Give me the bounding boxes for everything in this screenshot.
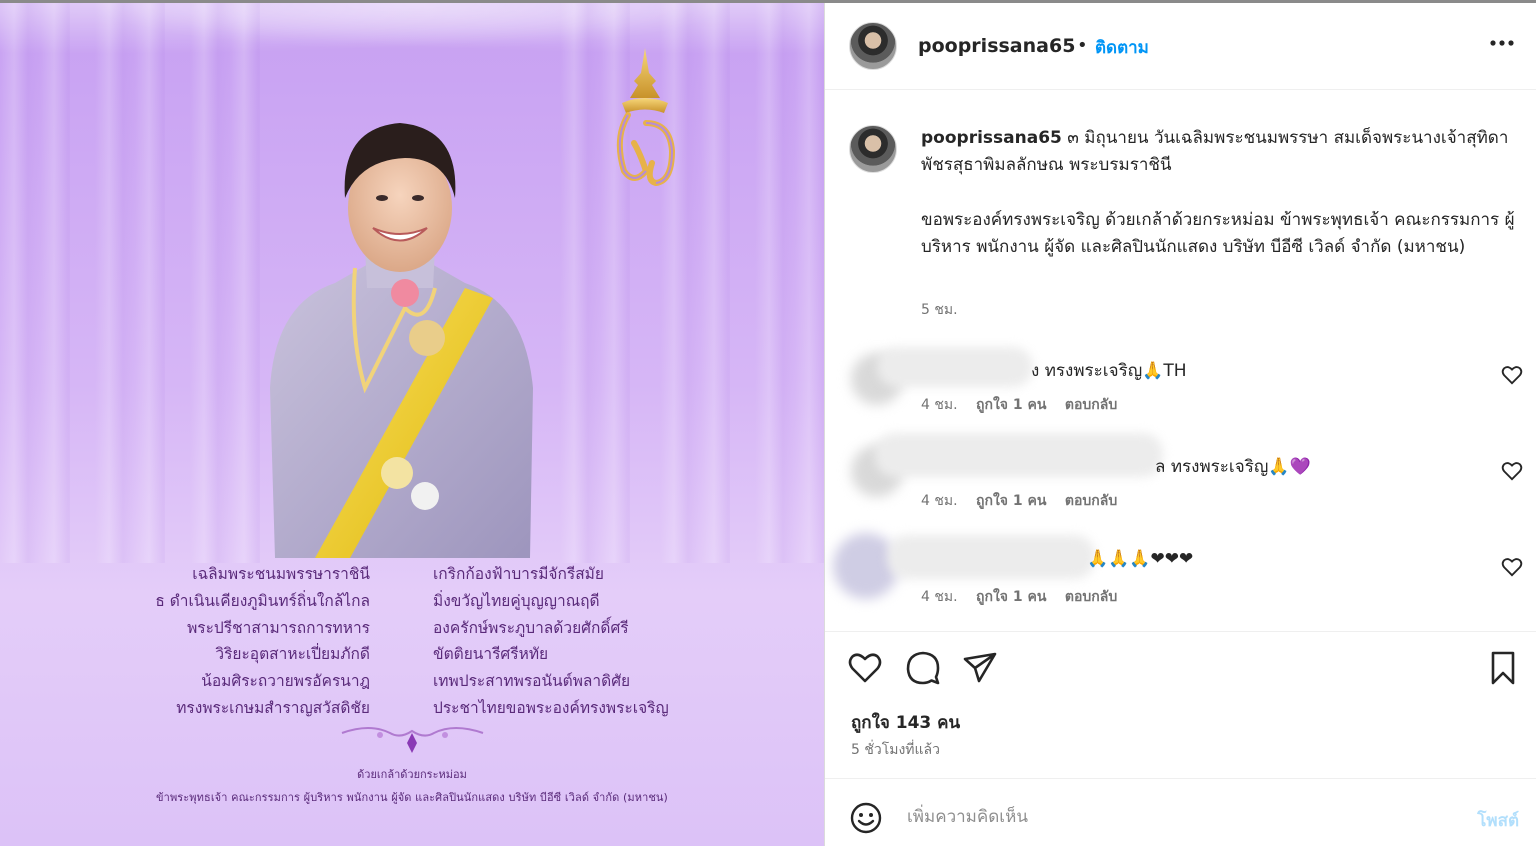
comment-likes[interactable]: ถูกใจ 1 คน xyxy=(976,493,1046,509)
comment-time[interactable]: 4 ชม. xyxy=(921,589,958,605)
post-timestamp[interactable]: 5 ชั่วโมงที่แล้ว xyxy=(851,739,940,761)
post-header: pooprissana65 • ติดตาม xyxy=(825,3,1536,90)
poem-line: ธ ดำเนินเคียงภูมินทร์ถิ่นใกล้ไกล xyxy=(155,591,370,610)
curtain-fold xyxy=(95,3,165,563)
comment-time[interactable]: 4 ชม. xyxy=(921,397,958,413)
royal-emblem-icon xyxy=(616,48,676,187)
caption-text: pooprissana65 ๓ มิถุนายน วันเฉลิมพระชนมพ… xyxy=(921,125,1521,179)
poem-line: เทพประสาทพรอนันต์พลาดิศัย xyxy=(433,672,631,691)
comment-time[interactable]: 4 ชม. xyxy=(921,493,958,509)
poem-line: ขัตติยนารีศรีหทัย xyxy=(433,645,549,664)
caption-avatar[interactable] xyxy=(849,125,897,173)
reply-button[interactable]: ตอบกลับ xyxy=(1065,493,1117,509)
comment-item: 🙏🙏🙏❤❤❤ 4 ชม. ถูกใจ 1 คน ตอบกลับ xyxy=(825,533,1536,625)
comment-meta: 4 ชม. ถูกใจ 1 คน ตอบกลับ xyxy=(921,586,1131,608)
emoji-smiley-icon[interactable] xyxy=(849,801,883,835)
follow-button[interactable]: ติดตาม xyxy=(1095,34,1149,61)
comment-text: ล ทรงพระเจริญ🙏💜 xyxy=(1155,457,1311,477)
comment-likes[interactable]: ถูกใจ 1 คน xyxy=(976,589,1046,605)
poem-line: องครักษ์พระภูบาลด้วยศักดิ์ศรี xyxy=(433,618,629,637)
poem-line: ทรงพระเกษมสำราญสวัสดิชัย xyxy=(176,698,370,717)
more-options-icon[interactable] xyxy=(1487,33,1517,53)
header-username[interactable]: pooprissana65 xyxy=(918,35,1075,57)
add-comment-bar: โพสต์ xyxy=(825,778,1536,847)
comment-username-blurred[interactable] xyxy=(887,535,1095,579)
poem-left-column: เฉลิมพระชนมพรรษาราชินี ธ ดำเนินเคียงภูมิ… xyxy=(70,561,370,722)
poem-line: มิ่งขวัญไทยคู่บุญญาณฤดี xyxy=(433,591,600,610)
comment-like-heart-icon[interactable] xyxy=(1501,365,1523,385)
queen-portrait xyxy=(270,123,533,558)
comment-likes[interactable]: ถูกใจ 1 คน xyxy=(976,397,1046,413)
comment-meta: 4 ชม. ถูกใจ 1 คน ตอบกลับ xyxy=(921,490,1131,512)
like-heart-icon[interactable] xyxy=(847,650,883,686)
caption-paragraph: ขอพระองค์ทรงพระเจริญ ด้วยเกล้าด้วยกระหม่… xyxy=(921,210,1515,257)
post-actions-bar xyxy=(825,631,1536,702)
comment-input[interactable] xyxy=(905,799,1429,835)
post-side-panel: pooprissana65 • ติดตาม pooprissana65 ๓ ม… xyxy=(824,3,1536,846)
caption-timestamp[interactable]: 5 ชม. xyxy=(921,299,958,321)
save-bookmark-icon[interactable] xyxy=(1485,650,1521,686)
reply-button[interactable]: ตอบกลับ xyxy=(1065,397,1117,413)
likes-count[interactable]: ถูกใจ 143 คน xyxy=(851,709,960,736)
avatar[interactable] xyxy=(849,22,897,70)
comment-meta: 4 ชม. ถูกใจ 1 คน ตอบกลับ xyxy=(921,394,1131,416)
comment-item: ง ทรงพระเจริญ🙏TH 4 ชม. ถูกใจ 1 คน ตอบกลั… xyxy=(825,343,1536,433)
curtain-fold xyxy=(755,3,824,563)
poem-right-column: เกริกก้องฟ้าบารมีจักรีสมัย มิ่งขวัญไทยคู… xyxy=(433,561,733,722)
comment-like-heart-icon[interactable] xyxy=(1501,461,1523,481)
curtain-fold xyxy=(0,3,70,563)
curtain-fold xyxy=(190,3,260,563)
post-comment-button[interactable]: โพสต์ xyxy=(1477,807,1519,834)
image-credit-line: ข้าพระพุทธเจ้า คณะกรรมการ ผู้บริหาร พนัก… xyxy=(156,791,668,804)
share-send-icon[interactable] xyxy=(962,650,998,686)
comment-bubble-icon[interactable] xyxy=(905,650,941,686)
separator-dot: • xyxy=(1077,35,1088,56)
comment-text: 🙏🙏🙏❤❤❤ xyxy=(1087,549,1194,569)
comment-like-heart-icon[interactable] xyxy=(1501,557,1523,577)
poem-line: เกริกก้องฟ้าบารมีจักรีสมัย xyxy=(433,565,604,583)
poem-line: พระปรีชาสามารถการทหาร xyxy=(187,618,370,637)
poem-line: ประชาไทยขอพระองค์ทรงพระเจริญ xyxy=(433,698,669,717)
comment-username-blurred[interactable] xyxy=(875,433,1163,477)
poem-line: วิริยะอุตสาหะเปี่ยมภักดี xyxy=(215,645,370,664)
ornament-divider-icon xyxy=(341,727,484,753)
comment-username-blurred[interactable] xyxy=(877,347,1033,387)
poem-line: น้อมศิระถวายพรอัครนาฎ xyxy=(201,672,370,691)
poem-line: เฉลิมพระชนมพรรษาราชินี xyxy=(192,565,370,583)
caption-username[interactable]: pooprissana65 xyxy=(921,128,1062,148)
post-image: เฉลิมพระชนมพรรษาราชินี ธ ดำเนินเคียงภูมิ… xyxy=(0,3,824,846)
reply-button[interactable]: ตอบกลับ xyxy=(1065,589,1117,605)
comment-text: ง ทรงพระเจริญ🙏TH xyxy=(1031,361,1187,381)
image-credit-title: ด้วยเกล้าด้วยกระหม่อม xyxy=(357,768,467,781)
comment-item: ล ทรงพระเจริญ🙏💜 4 ชม. ถูกใจ 1 คน ตอบกลับ xyxy=(825,433,1536,529)
